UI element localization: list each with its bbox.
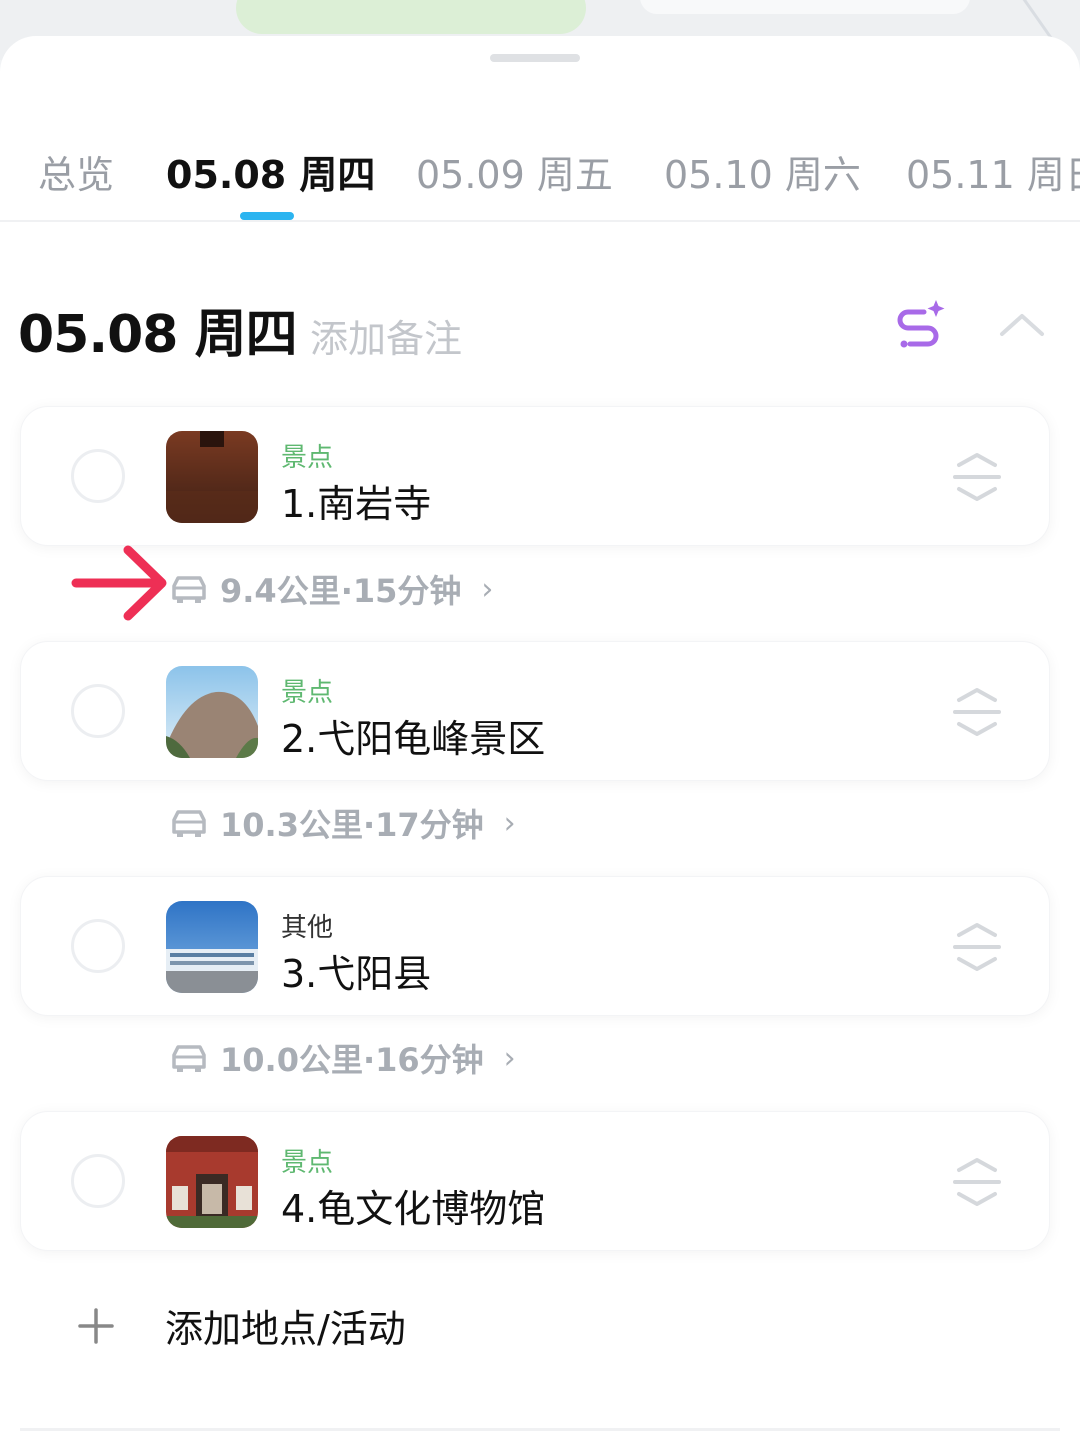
transit-leg[interactable]: 10.0公里·16分钟 ›: [170, 1033, 516, 1083]
stop-card[interactable]: 景点 4.龟文化博物馆: [20, 1111, 1050, 1251]
map-park-area: [236, 0, 586, 34]
car-icon: [172, 810, 206, 837]
plus-icon: [78, 1308, 114, 1344]
add-note-field[interactable]: 添加备注: [310, 308, 462, 363]
day-title: 05.08 周四: [18, 305, 298, 365]
stop-category: 景点: [281, 678, 334, 708]
transit-distance-time: 10.0公里·16分钟: [220, 1041, 484, 1079]
route-icon[interactable]: [888, 296, 948, 356]
stop-name: 3.弋阳县: [281, 952, 432, 996]
add-place-label: 添加地点/活动: [165, 1307, 406, 1351]
car-icon: [172, 576, 206, 603]
drag-sort-icon[interactable]: [949, 921, 1005, 973]
drag-sort-icon[interactable]: [949, 1156, 1005, 1208]
chevron-right-icon: ›: [503, 805, 516, 841]
transit-distance-time: 10.3公里·17分钟: [220, 806, 484, 844]
drag-sort-icon[interactable]: [949, 686, 1005, 738]
tab-day-0510[interactable]: 05.10 周六: [664, 144, 861, 199]
stop-category: 其他: [281, 913, 334, 943]
transit-leg[interactable]: 9.4公里·15分钟 ›: [170, 564, 493, 614]
drag-sort-icon[interactable]: [949, 451, 1005, 503]
stop-category: 景点: [281, 1148, 334, 1178]
stop-photo: [166, 431, 258, 523]
day-tabs: 总览 05.08 周四 05.09 周五 05.10 周六 05.11 周日: [0, 132, 1080, 222]
map-road-shape: [640, 0, 970, 14]
active-tab-indicator: [240, 212, 294, 220]
transit-leg[interactable]: 10.3公里·17分钟 ›: [170, 798, 516, 848]
chevron-right-icon: ›: [481, 571, 494, 607]
add-place-row[interactable]: 添加地点/活动: [0, 1290, 1080, 1370]
stop-name: 1.南岩寺: [281, 482, 432, 526]
stop-card[interactable]: 景点 2.弋阳龟峰景区: [20, 641, 1050, 781]
visit-checkbox[interactable]: [71, 684, 125, 738]
visit-checkbox[interactable]: [71, 449, 125, 503]
stop-photo: [166, 1136, 258, 1228]
tab-day-0508[interactable]: 05.08 周四: [166, 144, 375, 199]
stop-card[interactable]: 其他 3.弋阳县: [20, 876, 1050, 1016]
visit-checkbox[interactable]: [71, 919, 125, 973]
chevron-up-icon[interactable]: [996, 304, 1048, 344]
visit-checkbox[interactable]: [71, 1154, 125, 1208]
day-header: 05.08 周四 添加备注: [0, 286, 1080, 376]
arrow-annotation: [71, 545, 167, 621]
stop-name: 4.龟文化博物馆: [281, 1187, 546, 1231]
chevron-right-icon: ›: [503, 1040, 516, 1076]
transit-distance-time: 9.4公里·15分钟: [220, 572, 462, 610]
stop-name: 2.弋阳龟峰景区: [281, 717, 546, 761]
sheet-drag-handle[interactable]: [490, 54, 580, 62]
car-icon: [172, 1045, 206, 1072]
bottom-divider: [20, 1428, 1060, 1431]
stop-card[interactable]: 景点 1.南岩寺: [20, 406, 1050, 546]
tab-day-0511[interactable]: 05.11 周日: [906, 144, 1080, 199]
tab-overview[interactable]: 总览: [38, 144, 114, 199]
itinerary-sheet: 总览 05.08 周四 05.09 周五 05.10 周六 05.11 周日 0…: [0, 36, 1080, 1440]
stop-photo: [166, 901, 258, 993]
tab-day-0509[interactable]: 05.09 周五: [416, 144, 613, 199]
stop-photo: [166, 666, 258, 758]
stop-category: 景点: [281, 443, 334, 473]
